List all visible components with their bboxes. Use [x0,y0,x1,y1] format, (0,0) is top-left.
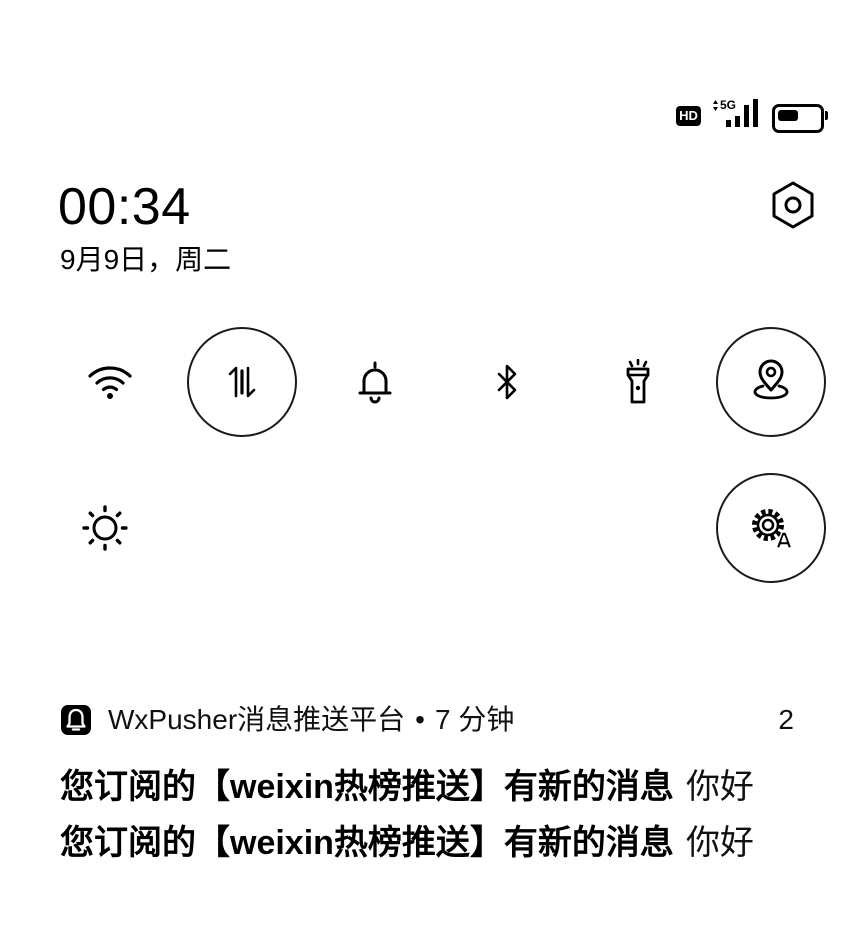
notification-title: 您订阅的【weixin热榜推送】有新的消息 [60,824,674,862]
hd-voice-badge: HD [676,106,701,126]
bell-icon [358,361,392,404]
notification-card[interactable]: WxPusher消息推送平台 • 7 分钟 2 您订阅的【weixin热榜推送】有新… [0,690,862,880]
wifi-icon [88,366,132,399]
mobile-data-icon [228,366,256,398]
battery-icon [772,104,824,133]
battery-terminal [825,111,828,120]
notification-message: 您订阅的【weixin热榜推送】有新的消息 你好 [60,759,754,815]
notification-count[interactable]: 2 [778,704,794,736]
notification-header: WxPusher消息推送平台 • 7 分钟 [108,704,514,736]
settings-button[interactable] [770,180,816,230]
cellular-signal-icon: 5G [713,98,758,127]
notification-title: 您订阅的【weixin热榜推送】有新的消息 [60,768,674,806]
alarm-bell-icon [61,705,91,735]
auto-settings-icon [752,509,793,549]
notification-body: 你好 [685,768,754,806]
tile-notifications-sound[interactable] [320,327,430,437]
tile-auto-settings[interactable] [716,473,826,583]
bluetooth-icon [497,364,517,400]
tile-location[interactable] [716,327,826,437]
notification-app-name: WxPusher消息推送平台 [108,704,406,735]
notification-body: 你好 [685,824,754,862]
notification-time: 7 分钟 [434,704,515,735]
tile-bluetooth[interactable] [452,327,562,437]
clock-time: 00:34 [58,178,191,236]
tile-mobile-data[interactable] [187,327,297,437]
tile-flashlight[interactable] [583,327,693,437]
notification-message: 您订阅的【weixin热榜推送】有新的消息 你好 [60,815,754,871]
location-icon [753,359,789,400]
clock-date: 9月9日，周二 [60,244,232,275]
brightness-sun-icon [82,505,128,551]
network-type-label: 5G [720,98,736,112]
settings-hexagon-icon [772,181,814,229]
tile-wifi[interactable] [55,327,165,437]
battery-fill [778,110,798,121]
notification-separator: • [415,704,425,735]
flashlight-icon [626,359,650,404]
tile-brightness[interactable] [50,473,160,583]
